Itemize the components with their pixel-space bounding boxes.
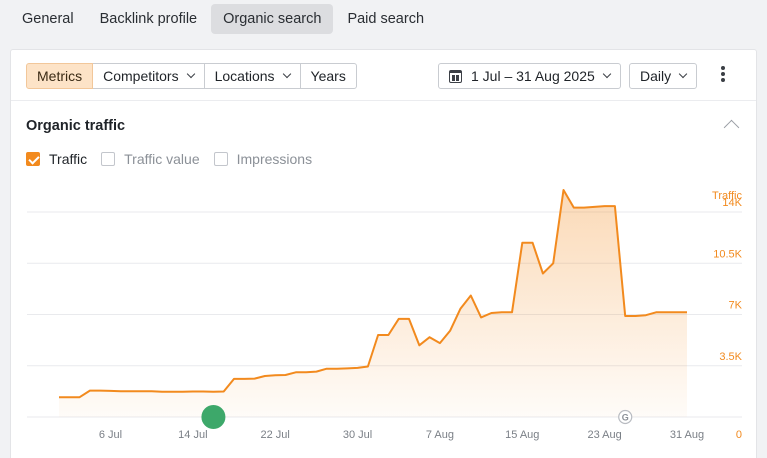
tab-paid-search[interactable]: Paid search (335, 4, 436, 34)
metrics-label: Metrics (37, 68, 83, 84)
y-axis-label: Traffic (712, 190, 742, 202)
organic-traffic-card: Metrics Competitors Locations Years 1 Ju… (10, 49, 757, 458)
y-tick-label: 3.5K (719, 351, 742, 363)
tab-backlink-profile[interactable]: Backlink profile (88, 4, 210, 34)
y-tick-label: 7K (729, 300, 743, 312)
x-tick-label: 22 Jul (261, 429, 290, 441)
tab-general[interactable]: General (10, 4, 86, 34)
x-tick-label: 30 Jul (343, 429, 372, 441)
metrics-button[interactable]: Metrics (26, 63, 94, 89)
x-tick-label: 14 Jul (178, 429, 207, 441)
x-tick-label: 23 Aug (588, 429, 622, 441)
x-tick-label: 6 Jul (99, 429, 122, 441)
x-tick-label: 7 Aug (426, 429, 454, 441)
x-tick-label: 31 Aug (670, 429, 704, 441)
y-tick-label: 0 (736, 429, 742, 441)
y-tick-label: 10.5K (713, 248, 742, 260)
top-tabs: General Backlink profile Organic search … (0, 0, 767, 38)
tab-organic-search[interactable]: Organic search (211, 4, 334, 34)
google-update-label: G (622, 413, 629, 423)
traffic-area (59, 190, 687, 417)
x-tick-label: 15 Aug (505, 429, 539, 441)
event-marker (201, 405, 226, 429)
traffic-chart: 14K10.5K7K3.5K0Traffic6 Jul 14 Jul 22 Jul 3… (27, 189, 743, 441)
